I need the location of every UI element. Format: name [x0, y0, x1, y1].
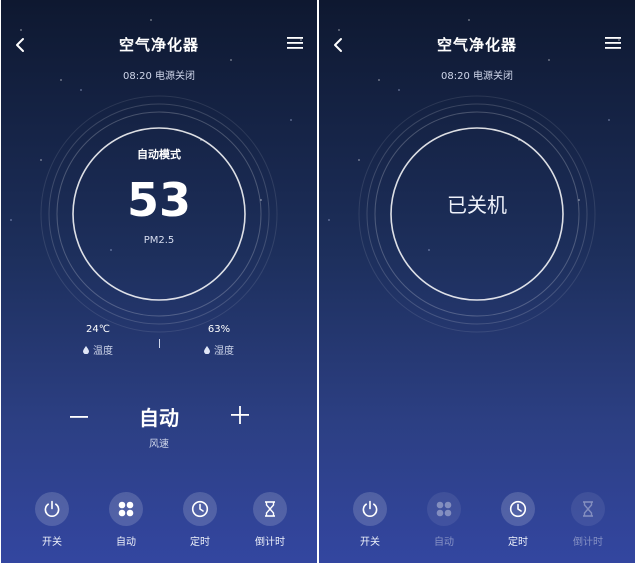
power-status-subtitle: 08:20 电源关闭 [441, 71, 513, 82]
schedule-button[interactable]: 定时 [170, 492, 230, 548]
mode-label: 自动模式 [137, 148, 181, 161]
fan-speed-label: 风速 [149, 439, 169, 450]
power-icon [44, 500, 60, 517]
temperature-value: 24℃ [86, 324, 110, 335]
schedule-button[interactable]: 定时 [488, 492, 548, 548]
screen-powered-off: 空气净化器 08:20 电源关闭 已关机 开关 自动 定时 倒计时 [319, 0, 635, 563]
power-icon [362, 500, 378, 517]
auto-mode-button-label: 自动 [434, 537, 454, 548]
clock-icon [191, 500, 209, 518]
pm25-value: 53 [126, 173, 191, 227]
auto-mode-button-label: 自动 [116, 537, 136, 548]
clock-icon [509, 500, 527, 518]
grid-icon [436, 501, 452, 517]
hourglass-icon [583, 501, 593, 517]
countdown-button-label: 倒计时 [255, 537, 285, 548]
hourglass-icon [265, 501, 275, 517]
power-status-subtitle: 08:20 电源关闭 [123, 71, 195, 82]
power-button-label: 开关 [42, 537, 62, 548]
fan-speed-increase-button[interactable] [229, 404, 251, 426]
power-button[interactable]: 开关 [340, 492, 400, 548]
schedule-button-label: 定时 [190, 537, 210, 548]
screen-powered-on: 空气净化器 08:20 电源关闭 自动模式 53 PM2.5 24℃ 温度 63… [1, 0, 317, 563]
auto-mode-button: 自动 [414, 492, 474, 548]
humidity-label: 湿度 [214, 346, 234, 357]
countdown-button-label: 倒计时 [573, 537, 603, 548]
pm25-unit: PM2.5 [143, 235, 175, 246]
humidity-value: 63% [207, 324, 231, 335]
humidity-stat: 63% 湿度 [179, 324, 259, 357]
power-button[interactable]: 开关 [22, 492, 82, 548]
countdown-button[interactable]: 倒计时 [240, 492, 300, 548]
schedule-button-label: 定时 [508, 537, 528, 548]
menu-icon[interactable] [286, 35, 304, 51]
countdown-button: 倒计时 [558, 492, 618, 548]
page-title: 空气净化器 [436, 36, 517, 54]
powered-off-label: 已关机 [447, 193, 507, 217]
power-button-label: 开关 [360, 537, 380, 548]
temperature-stat: 24℃ 温度 [58, 324, 138, 357]
page-title: 空气净化器 [118, 36, 199, 54]
temperature-label: 温度 [93, 346, 113, 357]
grid-icon [118, 501, 134, 517]
stat-divider [159, 339, 160, 348]
menu-icon[interactable] [604, 35, 622, 51]
fan-speed-value: 自动 [139, 406, 179, 430]
auto-mode-button[interactable]: 自动 [96, 492, 156, 548]
drop-icon [204, 345, 210, 354]
drop-icon [83, 345, 89, 354]
